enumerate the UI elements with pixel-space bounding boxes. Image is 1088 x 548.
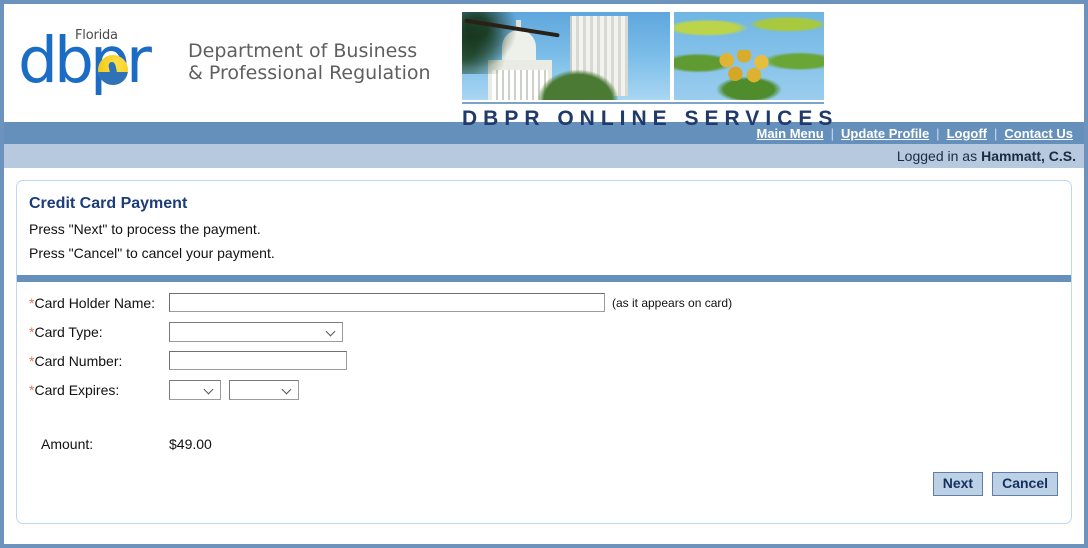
online-services-banner: DBPR ONLINE SERVICES	[462, 12, 839, 131]
form-row-amount: Amount: $49.00	[17, 430, 1071, 458]
label-text: Card Type:	[34, 323, 103, 340]
form-row-card-expires: *Card Expires:	[17, 375, 1071, 404]
logged-in-username: Hammatt, C.S.	[981, 148, 1076, 164]
logged-in-status-bar: Logged in as Hammatt, C.S.	[4, 144, 1084, 168]
masthead: dbpr Florida Department of Business & Pr…	[4, 4, 1084, 130]
label-card-type: *Card Type:	[17, 324, 169, 340]
chevron-down-icon	[327, 328, 336, 337]
label-amount: Amount:	[41, 436, 94, 452]
amount-value: $49.00	[169, 436, 212, 452]
form-actions: Next Cancel	[932, 472, 1058, 496]
label-text: Card Expires:	[34, 381, 120, 398]
field-card-expires	[169, 379, 299, 400]
card-number-input[interactable]	[169, 351, 347, 370]
next-button[interactable]: Next	[932, 472, 984, 496]
credit-card-payment-card: Credit Card Payment Press "Next" to proc…	[16, 180, 1072, 524]
form-row-card-number: *Card Number:	[17, 346, 1071, 375]
card-expires-month-select[interactable]	[169, 379, 221, 400]
department-name: Department of Business & Professional Re…	[188, 40, 431, 84]
label-text: Card Number:	[34, 352, 123, 369]
page-frame: dbpr Florida Department of Business & Pr…	[0, 0, 1088, 548]
banner-photos	[462, 12, 824, 100]
payment-form: *Card Holder Name: (as it appears on car…	[17, 282, 1071, 458]
content-area: Credit Card Payment Press "Next" to proc…	[4, 168, 1084, 524]
section-divider	[17, 275, 1071, 282]
label-card-expires: *Card Expires:	[17, 382, 169, 398]
dbpr-logo[interactable]: dbpr Florida Department of Business & Pr…	[18, 22, 431, 92]
florida-label: Florida	[75, 28, 118, 43]
instruction-cancel: Press "Cancel" to cancel your payment.	[29, 245, 275, 261]
logged-in-prefix: Logged in as	[896, 148, 978, 164]
nav-link-logoff[interactable]: Logoff	[940, 126, 994, 141]
palm-tree-photo	[674, 12, 824, 100]
nav-link-update-profile[interactable]: Update Profile	[834, 126, 936, 141]
card-holder-name-input[interactable]	[169, 293, 605, 312]
seal-figure	[107, 61, 118, 75]
florida-state-seal-icon	[98, 55, 128, 85]
chevron-down-icon	[205, 386, 214, 395]
dbpr-wordmark: dbpr Florida	[18, 22, 166, 92]
form-row-card-holder-name: *Card Holder Name: (as it appears on car…	[17, 288, 1071, 317]
florida-capitol-photo	[462, 12, 670, 100]
palm-coconuts	[718, 50, 780, 84]
label-text: Card Holder Name:	[34, 294, 156, 311]
cancel-button[interactable]: Cancel	[992, 472, 1058, 496]
nav-link-contact-us[interactable]: Contact Us	[997, 126, 1080, 141]
capitol-foliage	[538, 70, 618, 100]
field-card-type	[169, 321, 343, 342]
label-card-number: *Card Number:	[17, 353, 169, 369]
field-card-holder-name: (as it appears on card)	[169, 293, 732, 312]
field-card-number	[169, 351, 347, 370]
card-type-select[interactable]	[169, 321, 343, 342]
instruction-next: Press "Next" to process the payment.	[29, 221, 261, 237]
label-card-holder-name: *Card Holder Name:	[17, 295, 169, 311]
form-row-card-type: *Card Type:	[17, 317, 1071, 346]
page-title: Credit Card Payment	[29, 195, 188, 212]
banner-title: DBPR ONLINE SERVICES	[462, 107, 839, 130]
chevron-down-icon	[283, 386, 292, 395]
card-expires-year-select[interactable]	[229, 379, 299, 400]
card-holder-name-hint: (as it appears on card)	[612, 295, 733, 310]
